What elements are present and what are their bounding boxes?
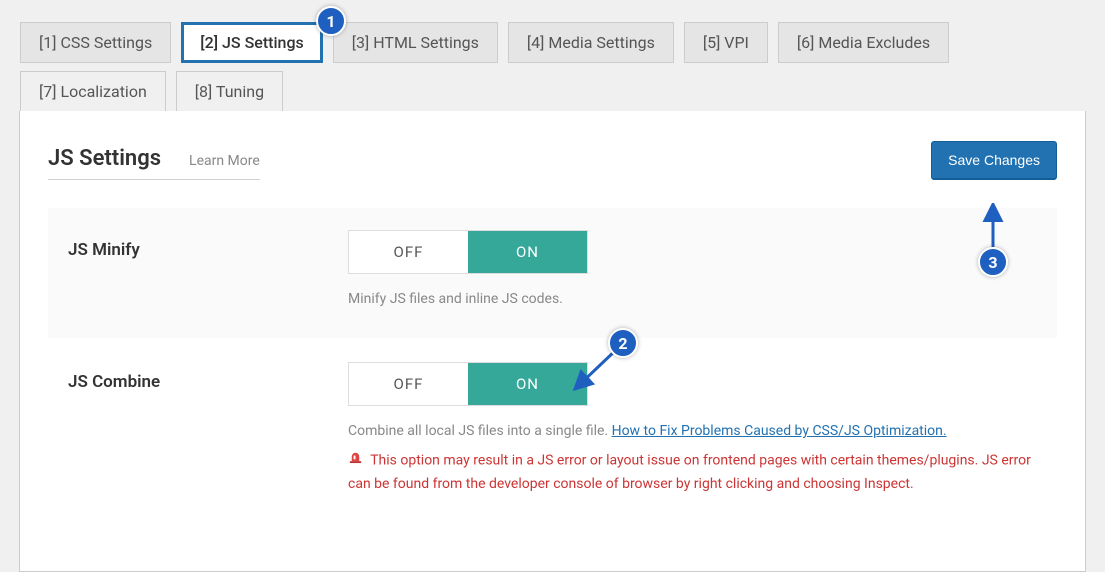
settings-panel: JS Settings Learn More Save Changes JS M… [19,111,1086,572]
tab-localization[interactable]: [7] Localization [20,71,166,111]
learn-more-link[interactable]: Learn More [189,153,260,169]
setting-description: Combine all local JS files into a single… [348,420,1037,442]
setting-label: JS Minify [68,230,348,260]
tabs-row-1: [1] CSS Settings [2] JS Settings [3] HTM… [0,0,1105,63]
setting-js-minify: JS Minify OFF ON Minify JS files and inl… [48,208,1057,338]
annotation-arrow-3 [981,203,1005,251]
annotation-badge-3: 3 [978,247,1008,277]
annotation-badge-2: 2 [608,328,638,358]
tabs-row-2: [7] Localization [8] Tuning [0,63,1105,111]
toggle-js-combine[interactable]: OFF ON [348,362,588,406]
setting-warning: This option may result in a JS error or … [348,449,1037,497]
save-changes-button[interactable]: Save Changes [931,141,1057,180]
tab-css-settings[interactable]: [1] CSS Settings [20,22,171,63]
tab-media-excludes[interactable]: [6] Media Excludes [778,22,949,63]
help-link[interactable]: How to Fix Problems Caused by CSS/JS Opt… [612,423,947,439]
annotation-badge-1: 1 [316,6,346,36]
tab-media-settings[interactable]: [4] Media Settings [508,22,674,63]
toggle-js-minify[interactable]: OFF ON [348,230,588,274]
siren-icon [348,449,363,473]
setting-label: JS Combine [68,362,348,392]
toggle-off[interactable]: OFF [349,231,468,273]
toggle-on[interactable]: ON [468,231,587,273]
setting-js-combine: JS Combine OFF ON Combine all local JS f… [48,356,1057,525]
page-title: JS Settings [48,146,161,171]
tab-vpi[interactable]: [5] VPI [684,22,768,63]
tab-tuning[interactable]: [8] Tuning [176,71,283,111]
tab-js-settings[interactable]: [2] JS Settings [181,22,323,63]
toggle-off[interactable]: OFF [349,363,468,405]
tab-html-settings[interactable]: [3] HTML Settings [333,22,498,63]
setting-description: Minify JS files and inline JS codes. [348,288,1037,310]
